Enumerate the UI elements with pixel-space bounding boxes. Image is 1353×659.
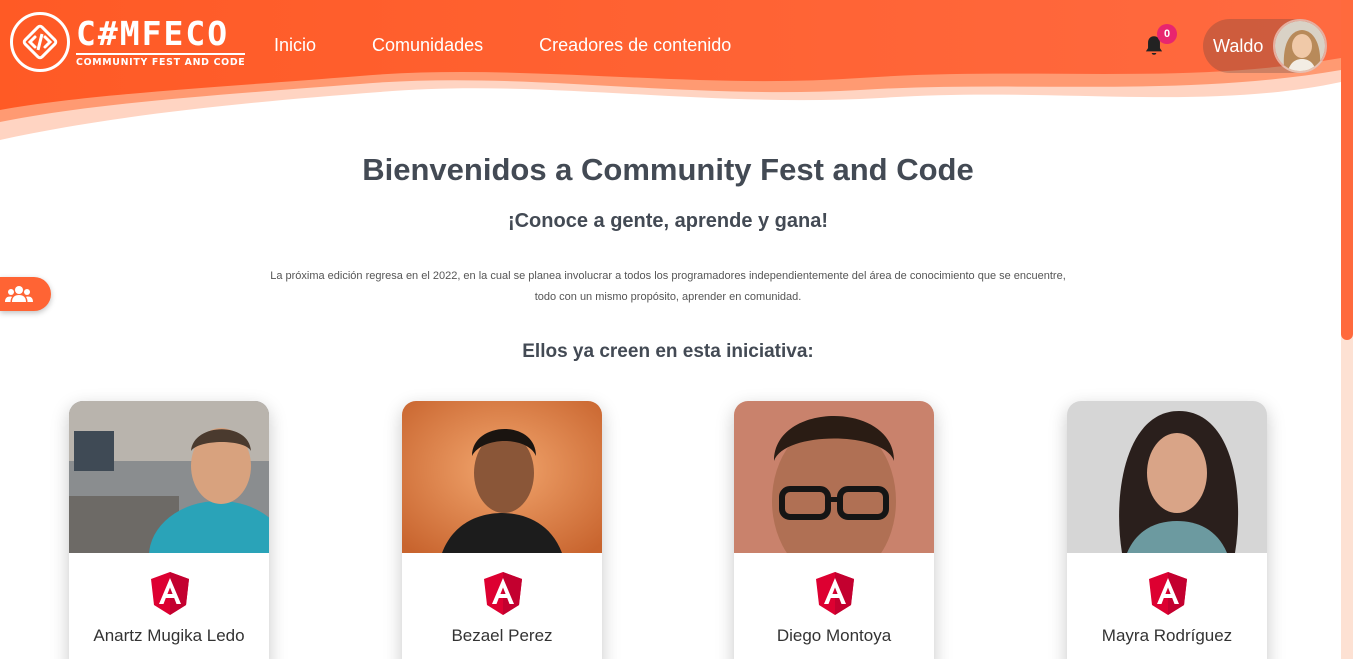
creator-name: Bezael Perez — [451, 626, 553, 645]
nav-item-creadores[interactable]: Creadores de contenido — [539, 35, 731, 56]
logo-title: C#MFECO — [76, 14, 230, 53]
creator-card[interactable]: Diego Montoya — [734, 401, 934, 659]
scrollbar-thumb[interactable] — [1341, 0, 1353, 340]
creator-name: Diego Montoya — [776, 626, 892, 645]
main-nav: Inicio Comunidades Creadores de contenid… — [274, 35, 787, 56]
description-line-2: todo con un mismo propósito, aprender en… — [534, 291, 802, 303]
creator-photo — [402, 401, 602, 553]
creator-name: Mayra Rodríguez — [1101, 626, 1233, 645]
page-title: Bienvenidos a Community Fest and Code — [362, 152, 974, 187]
description-line-1: La próxima edición regresa en el 2022, e… — [270, 270, 1066, 282]
nav-item-comunidades[interactable]: Comunidades — [372, 35, 483, 56]
site-header: C#MFECO COMMUNITY FEST AND CODE Inicio C… — [0, 0, 1341, 140]
page-subtitle: ¡Conoce a gente, aprende y gana! — [507, 210, 829, 232]
angular-icon — [1149, 572, 1187, 615]
event-description: La próxima edición regresa en el 2022, e… — [0, 266, 1336, 308]
nav-item-inicio[interactable]: Inicio — [274, 35, 316, 56]
creator-card[interactable]: Anartz Mugika Ledo — [69, 401, 269, 659]
angular-icon — [484, 572, 522, 615]
brand-logo[interactable]: C#MFECO COMMUNITY FEST AND CODE — [10, 12, 246, 72]
creator-name: Anartz Mugika Ledo — [93, 626, 245, 645]
angular-icon — [816, 572, 854, 615]
user-name: Waldo — [1213, 35, 1264, 56]
notification-count-badge: 0 — [1157, 24, 1177, 44]
creator-photo — [69, 401, 269, 553]
creator-photo — [734, 401, 934, 553]
user-menu[interactable]: Waldo — [1203, 19, 1327, 73]
creator-photo — [1067, 401, 1267, 553]
user-avatar — [1273, 19, 1327, 73]
creator-card[interactable]: Mayra Rodríguez — [1067, 401, 1267, 659]
logo-subtitle: COMMUNITY FEST AND CODE — [76, 53, 246, 68]
logo-emblem-icon — [10, 12, 70, 72]
creator-card[interactable]: Bezael Perez — [402, 401, 602, 659]
angular-icon — [151, 572, 189, 615]
page-scrollbar[interactable] — [1341, 0, 1353, 659]
believers-heading: Ellos ya creen en esta iniciativa: — [522, 341, 814, 362]
